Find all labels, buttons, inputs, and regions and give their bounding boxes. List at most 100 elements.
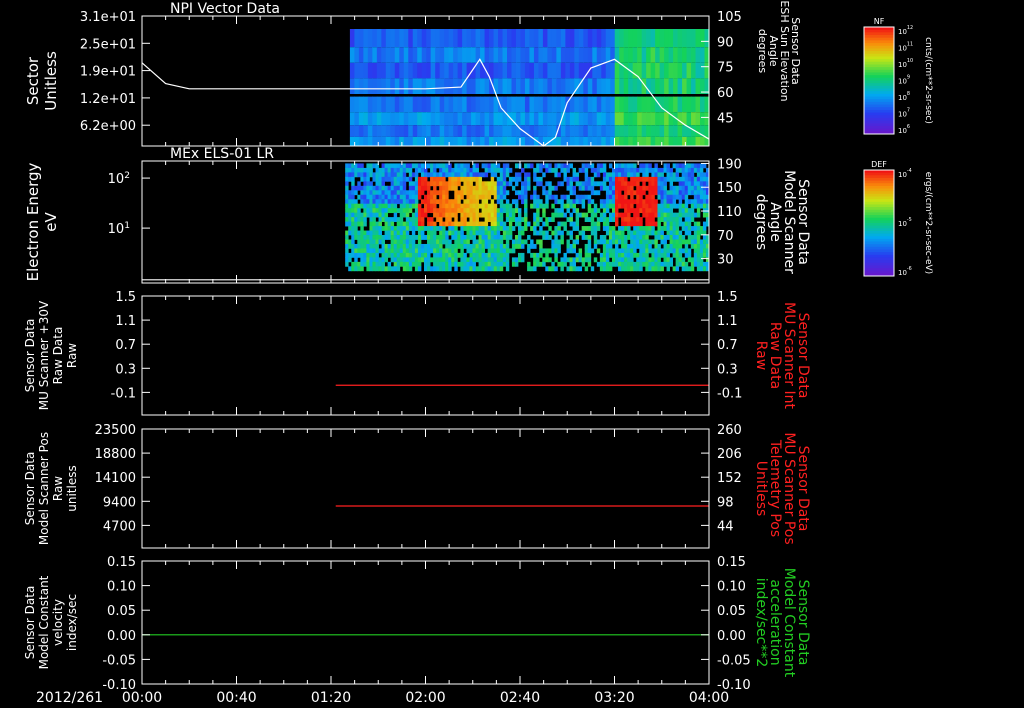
heatmap-cell	[581, 257, 586, 263]
heatmap-cell	[481, 163, 486, 169]
heatmap-cell	[699, 194, 704, 200]
heatmap-cell	[496, 266, 501, 272]
heatmap-cell	[399, 172, 404, 178]
heatmap-cell	[375, 208, 379, 214]
heatmap-cell	[478, 203, 483, 209]
heatmap-cell	[569, 96, 575, 113]
heatmap-cell	[514, 190, 519, 196]
heatmap-cell	[463, 226, 467, 231]
heatmap-cell	[548, 181, 552, 187]
heatmap-cell	[578, 62, 584, 79]
heatmap-cell	[493, 230, 498, 236]
heatmap-cell	[624, 176, 628, 182]
heatmap-cell	[351, 230, 355, 236]
heatmap-cell	[690, 190, 695, 196]
heatmap-cell	[427, 163, 431, 169]
heatmap-cell	[412, 62, 418, 79]
heatmap-cell	[527, 163, 531, 169]
heatmap-cell	[545, 266, 549, 272]
heatmap-cell	[642, 239, 646, 245]
heatmap-cell	[493, 248, 498, 254]
heatmap-cell	[695, 96, 701, 113]
heatmap-cell	[686, 47, 692, 63]
heatmap-cell	[469, 172, 473, 178]
heatmap-cell	[414, 203, 419, 209]
heatmap-cell	[696, 208, 701, 214]
heatmap-cell	[402, 248, 407, 254]
heatmap-cell	[630, 235, 634, 240]
heatmap-cell	[345, 176, 349, 182]
heatmap-cell	[599, 266, 604, 272]
heatmap-cell	[421, 29, 427, 48]
heatmap-cell	[351, 203, 355, 209]
heatmap-cell	[366, 248, 370, 254]
heatmap-cell	[627, 243, 631, 249]
heatmap-cell	[645, 230, 649, 236]
heatmap-cell	[363, 252, 367, 258]
heatmap-cell	[687, 176, 692, 182]
heatmap-cell	[396, 199, 401, 205]
heatmap-cell	[699, 176, 704, 182]
heatmap-cell	[651, 212, 655, 218]
y2-tick-label: 150	[717, 181, 742, 196]
heatmap-cell	[499, 243, 504, 249]
heatmap-cell	[681, 176, 686, 182]
heatmap-cell	[700, 96, 706, 113]
heatmap-cell	[448, 252, 452, 258]
heatmap-cell	[660, 172, 664, 178]
heatmap-cell	[672, 252, 677, 258]
heatmap-cell	[376, 96, 382, 113]
heatmap-cell	[663, 239, 667, 245]
heatmap-cell	[424, 194, 428, 200]
heatmap-cell	[454, 208, 458, 214]
heatmap-cell	[566, 248, 570, 254]
heatmap-cell	[462, 125, 468, 137]
heatmap-cell	[369, 226, 373, 231]
y-axis-label: Sensor Data	[23, 586, 37, 660]
heatmap-cell	[566, 199, 570, 205]
heatmap-cell	[387, 167, 392, 173]
heatmap-cell	[421, 112, 427, 126]
heatmap-cell	[682, 62, 688, 79]
heatmap-cell	[387, 199, 392, 205]
heatmap-cell	[514, 239, 519, 245]
heatmap-cell	[354, 266, 358, 272]
heatmap-cell	[569, 217, 573, 222]
heatmap-cell	[453, 125, 459, 137]
heatmap-cell	[574, 136, 580, 146]
heatmap-cell	[427, 230, 431, 236]
heatmap-cell	[654, 181, 658, 187]
heatmap-cell	[575, 194, 580, 200]
heatmap-cell	[381, 181, 385, 187]
heatmap-cell	[678, 248, 683, 254]
heatmap-cell	[448, 203, 452, 209]
heatmap-cell	[354, 257, 358, 263]
heatmap-cell	[611, 261, 616, 267]
heatmap-cell	[402, 221, 407, 227]
heatmap-cell	[375, 266, 379, 272]
heatmap-cell	[442, 190, 446, 196]
heatmap-cell	[551, 248, 555, 254]
heatmap-cell	[642, 203, 646, 209]
heatmap-cell	[439, 78, 445, 94]
heatmap-cell	[551, 230, 555, 236]
heatmap-cell	[584, 163, 589, 169]
heatmap-cell	[349, 47, 355, 63]
y2-axis-label: index/sec**2	[753, 578, 769, 668]
heatmap-cell	[484, 163, 489, 169]
y-axis-label: Model Constant	[37, 575, 51, 669]
heatmap-cell	[542, 221, 546, 227]
heatmap-cell	[610, 96, 616, 113]
heatmap-cell	[575, 252, 580, 258]
heatmap-cell	[405, 176, 410, 182]
heatmap-cell	[424, 176, 428, 182]
heatmap-cell	[481, 261, 486, 267]
heatmap-cell	[490, 172, 495, 178]
heatmap-cell	[378, 230, 382, 236]
heatmap-cell	[412, 136, 418, 146]
heatmap-cell	[469, 261, 473, 267]
heatmap-cell	[668, 47, 674, 63]
y2-tick-label: 190	[717, 157, 742, 172]
heatmap-cell	[384, 226, 389, 231]
heatmap-cell	[678, 199, 683, 205]
